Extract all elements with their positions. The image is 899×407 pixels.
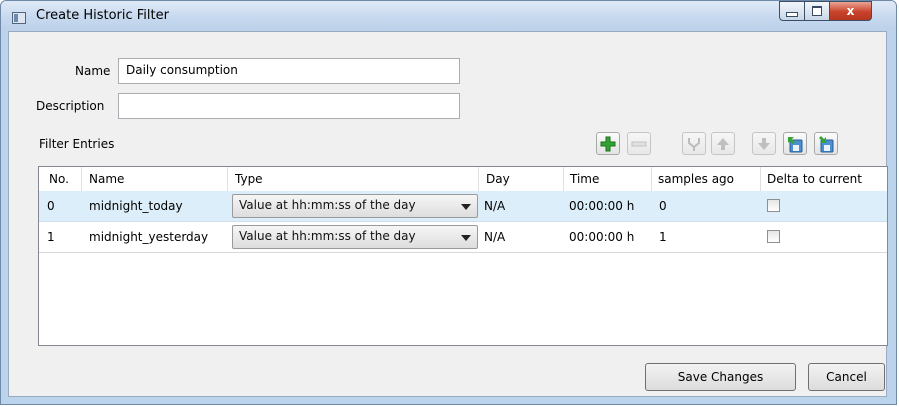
close-icon: x [846,4,855,18]
window-title: Create Historic Filter [36,8,169,23]
column-divider [478,167,479,191]
move-down-button[interactable] [752,132,776,155]
cell-day: N/A [484,230,506,244]
type-dropdown[interactable]: Value at hh:mm:ss of the day [232,194,478,218]
column-divider [81,167,82,191]
cell-day: N/A [484,199,506,213]
save-changes-button[interactable]: Save Changes [645,363,796,391]
cancel-button[interactable]: Cancel [808,363,885,391]
table-row[interactable]: 0 midnight_today Value at hh:mm:ss of th… [39,191,887,222]
add-icon [600,136,616,151]
remove-entry-button[interactable] [627,132,651,155]
column-header-samples-ago[interactable]: samples ago [658,172,734,186]
cell-name: midnight_today [89,199,183,213]
import-button[interactable] [783,132,807,155]
window-icon [12,12,26,24]
move-down-icon [758,137,770,150]
column-header-no[interactable]: No. [49,172,69,186]
cell-samples-ago: 0 [659,199,667,213]
minimize-icon [786,11,798,17]
minimize-button[interactable] [779,1,805,21]
cell-time: 00:00:00 h [569,199,635,213]
cell-time: 00:00:00 h [569,230,635,244]
column-header-delta[interactable]: Delta to current [767,172,862,186]
maximize-button[interactable] [804,1,830,21]
export-button[interactable] [814,132,838,155]
description-label: Description [36,99,105,113]
chevron-down-icon [461,204,471,210]
column-divider [227,167,228,191]
filter-entries-label: Filter Entries [39,137,115,151]
close-button[interactable]: x [829,1,872,21]
column-header-type[interactable]: Type [235,172,263,186]
name-label: Name [75,64,111,78]
remove-icon [631,141,647,146]
chevron-down-icon [461,235,471,241]
column-header-day[interactable]: Day [486,172,510,186]
filter-entries-table[interactable]: No. Name Type Day Time samples ago Delta… [38,166,888,346]
merge-icon [688,137,700,151]
column-divider [563,167,564,191]
column-header-name[interactable]: Name [89,172,124,186]
type-dropdown[interactable]: Value at hh:mm:ss of the day [232,225,478,249]
add-entry-button[interactable] [596,132,620,155]
cell-no: 1 [47,230,55,244]
table-row[interactable]: 1 midnight_yesterday Value at hh:mm:ss o… [39,222,887,253]
delta-checkbox[interactable] [767,199,780,212]
maximize-icon [812,6,822,16]
type-dropdown-value: Value at hh:mm:ss of the day [239,229,416,243]
cell-name: midnight_yesterday [89,230,209,244]
column-divider [651,167,652,191]
table-header: No. Name Type Day Time samples ago Delta… [39,167,887,192]
column-header-time[interactable]: Time [570,172,599,186]
move-up-icon [717,137,729,150]
move-up-button[interactable] [711,132,735,155]
description-field[interactable] [118,93,460,119]
merge-entry-button[interactable] [682,132,706,155]
import-icon [788,136,803,152]
title-bar[interactable]: Create Historic Filter x [1,1,896,31]
cell-samples-ago: 1 [659,230,667,244]
type-dropdown-value: Value at hh:mm:ss of the day [239,198,416,212]
cell-no: 0 [47,199,55,213]
column-divider [760,167,761,191]
name-field[interactable]: Daily consumption [118,58,460,84]
export-icon [819,135,834,152]
delta-checkbox[interactable] [767,230,780,243]
